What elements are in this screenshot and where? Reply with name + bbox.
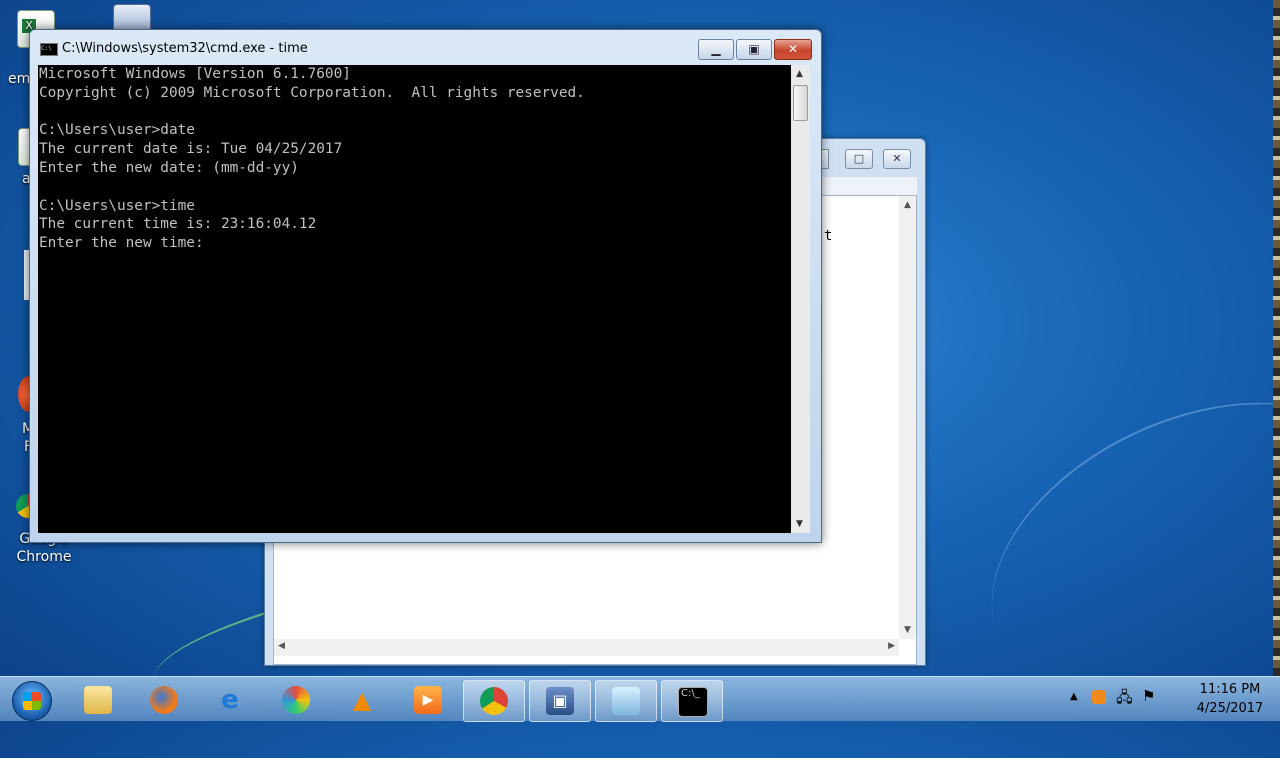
network-icon[interactable]: 🖧 [1116,687,1133,712]
taskbar-firefox[interactable] [134,680,194,720]
console-line: C:\Users\user>time [39,197,195,214]
console-line: Microsoft Windows [Version 6.1.7600] [39,66,351,82]
taskbar: e ▲ ▶ ▣ C:\_ ▲ 🖧 ⚑ 11:16 PM 4/25/2017 [0,676,1280,722]
chrome-icon [480,687,508,715]
taskbar-paint[interactable] [266,680,326,720]
visible-text: t [824,228,833,244]
scroll-thumb[interactable] [793,85,808,121]
action-center-flag-icon[interactable]: ⚑ [1142,687,1155,705]
close-button[interactable]: ✕ [774,39,812,60]
system-tray: ▲ 🖧 ⚑ 11:16 PM 4/25/2017 [1060,677,1280,721]
scroll-down-arrow-icon[interactable]: ▼ [796,519,803,529]
taskbar-vlc[interactable]: ▲ [332,680,392,720]
firefox-icon [150,686,178,714]
taskbar-notepad[interactable] [595,680,657,722]
taskbar-chrome[interactable] [463,680,525,722]
media-player-icon: ▶ [414,686,442,714]
command-prompt-window[interactable]: C:\ C:\Windows\system32\cmd.exe - time ▁… [29,29,822,543]
scroll-up-arrow-icon[interactable]: ▲ [899,200,916,210]
vertical-scrollbar[interactable]: ▲ ▼ [791,65,810,533]
clock-time[interactable]: 11:16 PM [1190,682,1270,697]
console-line: The current time is: 23:16:04.12 [39,216,317,233]
paint-palette-icon [282,686,310,714]
maximize-button[interactable]: □ [845,149,873,169]
horizontal-scrollbar[interactable]: ◀ ▶ [274,639,899,656]
console-output[interactable]: Microsoft Windows [Version 6.1.7600] Cop… [38,65,791,533]
console-prompt-line[interactable]: Enter the new time: [38,234,791,253]
taskbar-command-prompt[interactable]: C:\_ [661,680,723,722]
console-line: C:\Users\user>date [39,122,195,139]
console-line: Copyright (c) 2009 Microsoft Corporation… [39,84,585,101]
show-hidden-icons-arrow-icon[interactable]: ▲ [1070,691,1078,702]
clock-date[interactable]: 4/25/2017 [1190,701,1270,716]
windows-logo-icon [23,692,41,710]
close-button[interactable]: ✕ [883,149,911,169]
window-title: C:\Windows\system32\cmd.exe - time [62,41,308,56]
folder-icon [84,686,112,714]
vertical-scrollbar[interactable]: ▲ ▼ [899,196,916,639]
taskbar-internet-explorer[interactable]: e [200,680,260,720]
command-prompt-icon: C:\_ [678,687,708,717]
tray-app-icon[interactable] [1092,690,1106,704]
partial-window-edge [1273,0,1280,676]
taskbar-media-player[interactable]: ▶ [398,680,458,720]
console-line: The current date is: Tue 04/25/2017 [39,141,343,158]
start-button[interactable] [12,681,52,721]
cmd-app-icon: C:\ [40,43,58,56]
console-line: Enter the new date: (mm-dd-yy) [39,159,299,176]
scroll-left-arrow-icon[interactable]: ◀ [278,641,285,651]
film-reel-icon: ▣ [546,687,574,715]
internet-explorer-icon: e [221,685,239,715]
desktop-icon-label: Chrome [16,549,72,565]
notepad-icon [612,687,640,715]
maximize-button[interactable]: ▣ [736,39,772,60]
vlc-cone-icon: ▲ [352,686,372,714]
document-icon [113,4,151,32]
taskbar-movie-maker[interactable]: ▣ [529,680,591,722]
scroll-right-arrow-icon[interactable]: ▶ [888,641,895,651]
minimize-button[interactable]: ▁ [698,39,734,60]
scroll-down-arrow-icon[interactable]: ▼ [899,625,916,635]
taskbar-file-explorer[interactable] [68,680,128,720]
scroll-up-arrow-icon[interactable]: ▲ [796,69,803,79]
